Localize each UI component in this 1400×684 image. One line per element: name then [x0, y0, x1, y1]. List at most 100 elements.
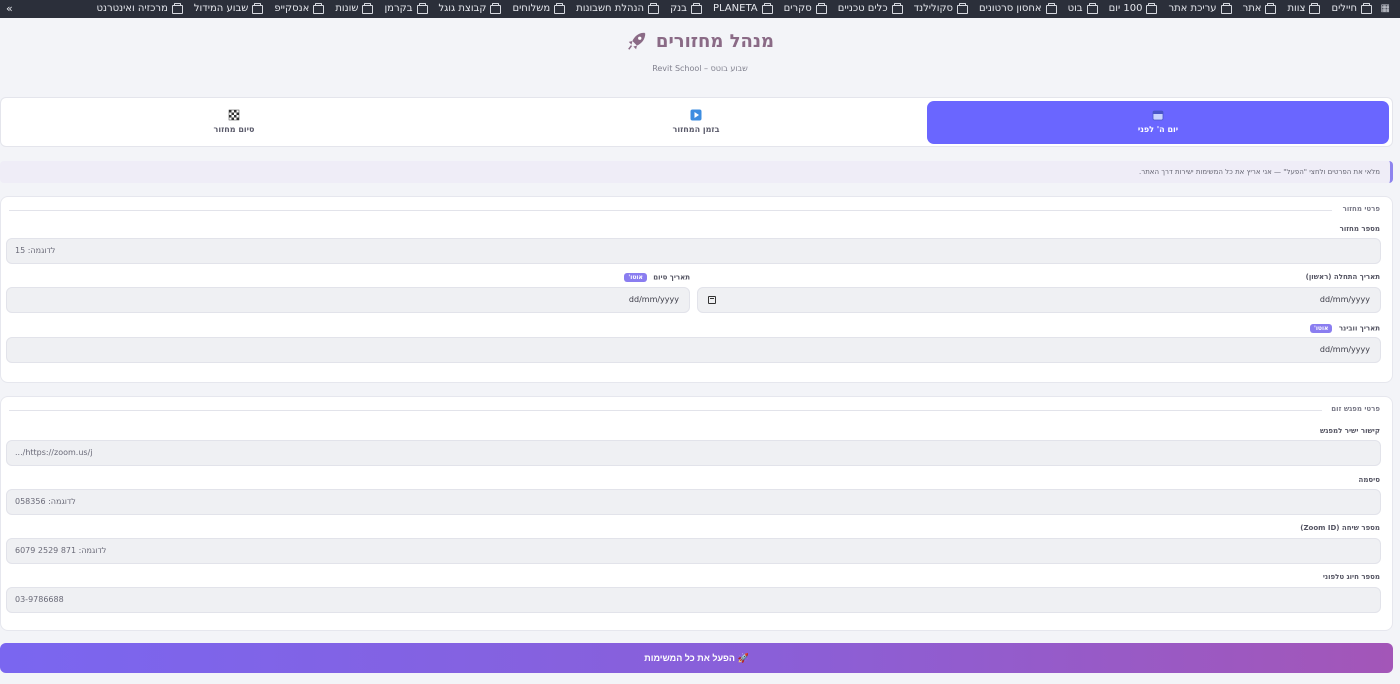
page-title: מנהל מחזורים [655, 30, 775, 52]
folder-icon [490, 2, 502, 14]
apps-grid-icon[interactable]: ▦ [1380, 4, 1390, 14]
auto-badge: אוטו' [1310, 324, 1333, 333]
zoom-link-input[interactable]: https://zoom.us/j/... [6, 440, 1381, 466]
bookmark-label: צוות [1287, 3, 1306, 14]
tab-label: בזמן המחזור [672, 125, 720, 134]
section-divider [9, 410, 1322, 411]
calendar-icon [1152, 110, 1164, 121]
bookmark-folder[interactable]: מרכזיה ואינטרנט [96, 2, 183, 16]
folder-icon [362, 2, 374, 14]
bookmark-label: כלים טכניים [837, 3, 888, 14]
cycle-number-label: מספר מחזור [1339, 225, 1380, 233]
folder-icon [252, 2, 264, 14]
cycle-number-placeholder: לדוגמה: 15 [15, 246, 56, 255]
page-header: מנהל מחזורים Revit School – שבוע בוטס [0, 30, 1400, 73]
bookmark-label: בוט [1067, 3, 1083, 14]
bookmark-folder[interactable]: צוות [1287, 2, 1321, 16]
folder-icon [815, 2, 827, 14]
password-input[interactable]: לדוגמה: 058356 [6, 489, 1381, 515]
section-divider [9, 210, 1332, 211]
bookmark-label: PLANETA [712, 3, 758, 14]
start-date-label: תאריך התחלה (ראשון) [1305, 273, 1380, 281]
bookmark-label: בנק [670, 3, 687, 14]
phone-placeholder: 03-9786688 [15, 595, 64, 604]
phone-input[interactable]: 03-9786688 [6, 587, 1381, 613]
folder-icon [648, 2, 660, 14]
cycle-details-card: פרטי מחזור מספר מחזור לדוגמה: 15 תאריך ה… [0, 196, 1393, 383]
bookmark-folder[interactable]: בנק [670, 2, 702, 16]
folder-icon [1361, 2, 1372, 14]
bookmarks-list: חיילים צוות אתר עריכת אתר 100 יום בוט אחסון סר… [85, 2, 1372, 16]
bookmark-label: חיילים [1331, 3, 1357, 14]
webinar-date-value: dd/mm/yyyy [1319, 345, 1370, 354]
zoom-id-placeholder: לדוגמה: 871 2529 6079 [15, 546, 107, 555]
bookmark-folder[interactable]: חיילים [1331, 2, 1372, 16]
folder-icon [1086, 2, 1098, 14]
password-placeholder: לדוגמה: 058356 [15, 497, 76, 506]
phone-label: מספר חיוג טלפוני [1322, 573, 1380, 581]
bookmark-label: אתר [1242, 3, 1262, 14]
bookmark-folder[interactable]: שבוע המידול [193, 2, 264, 16]
zoom-id-input[interactable]: לדוגמה: 871 2529 6079 [6, 538, 1381, 564]
checkered-flag-icon [228, 109, 240, 121]
bookmarks-bar: ▦ חיילים צוות אתר עריכת אתר 100 יום בוט אחסון … [0, 0, 1400, 18]
bookmark-label: משלוחים [512, 3, 551, 14]
bookmark-label: קבוצת גוגל [438, 3, 487, 14]
cycle-number-input[interactable]: לדוגמה: 15 [6, 238, 1381, 264]
folder-icon [1220, 2, 1232, 14]
password-label: סיסמה [1358, 476, 1380, 484]
section-heading: פרטי מחזור [1336, 205, 1380, 213]
rocket-icon [628, 32, 646, 50]
zoom-link-placeholder: https://zoom.us/j/... [15, 448, 93, 457]
zoom-details-card: פרטי מפגש זום קישור ישיר למפגש https://z… [0, 396, 1393, 631]
bookmark-label: אנסקייפ [274, 3, 310, 14]
webinar-date-input[interactable]: dd/mm/yyyy [6, 337, 1381, 363]
bookmark-folder[interactable]: קבוצת גוגל [439, 2, 502, 16]
bookmark-label: שונות [335, 3, 359, 14]
info-banner: מלאי את הפרטים ולחצי "הפעל" — אני אריץ א… [0, 161, 1393, 183]
tab-end-cycle[interactable]: סיום מחזור [3, 101, 465, 144]
tab-day-before[interactable]: יום ה' לפני [927, 101, 1389, 144]
stage-tabs: יום ה' לפני בזמן המחזור סיום מחזור [0, 97, 1393, 147]
folder-icon [690, 2, 702, 14]
tab-label: יום ה' לפני [1137, 125, 1179, 134]
bookmark-folder[interactable]: בקרמן [384, 2, 428, 16]
page-subtitle: Revit School – שבוע בוטס [652, 64, 748, 73]
bookmark-folder[interactable]: בוט [1068, 2, 1098, 16]
start-date-value: dd/mm/yyyy [1319, 295, 1370, 304]
bookmark-folder[interactable]: משלוחים [512, 2, 566, 16]
folder-icon [554, 2, 566, 14]
launch-all-tasks-button[interactable]: 🚀 הפעל את כל המשימות [0, 643, 1393, 673]
tab-during-cycle[interactable]: בזמן המחזור [465, 101, 927, 144]
bookmark-folder[interactable]: כלים טכניים [838, 2, 903, 16]
folder-icon [1309, 2, 1321, 14]
bookmark-label: 100 יום [1108, 3, 1143, 14]
folder-icon [1265, 2, 1277, 14]
bookmark-label: שבוע המידול [193, 3, 249, 14]
start-date-input[interactable]: dd/mm/yyyy [697, 287, 1381, 313]
bookmark-folder[interactable]: אחסון סרטונים [979, 2, 1057, 16]
play-icon [690, 109, 702, 121]
bookmark-folder[interactable]: הנהלת חשבונות [576, 2, 660, 16]
bookmark-folder[interactable]: 100 יום [1109, 2, 1158, 16]
bookmarks-overflow-icon[interactable]: » [6, 0, 13, 18]
calendar-picker-icon[interactable] [708, 296, 716, 304]
folder-icon [761, 2, 773, 14]
end-date-value: dd/mm/yyyy [628, 295, 679, 304]
bookmark-folder[interactable]: סקולילנד [913, 2, 969, 16]
bookmark-folder[interactable]: PLANETA [713, 2, 773, 16]
folder-icon [1146, 2, 1158, 14]
bookmark-folder[interactable]: עריכת אתר [1168, 2, 1232, 16]
end-date-label: תאריך סיום [653, 273, 690, 282]
bookmark-label: סקולילנד [913, 3, 954, 14]
folder-icon [171, 2, 183, 14]
end-date-label-group: תאריך סיום אוטו' [624, 273, 690, 282]
end-date-input[interactable]: dd/mm/yyyy [6, 287, 690, 313]
bookmark-folder[interactable]: שונות [335, 2, 374, 16]
folder-icon [416, 2, 428, 14]
folder-icon [1045, 2, 1057, 14]
bookmark-folder[interactable]: סקרים [784, 2, 827, 16]
tab-label: סיום מחזור [213, 125, 255, 134]
bookmark-folder[interactable]: אנסקייפ [274, 2, 325, 16]
bookmark-folder[interactable]: אתר [1243, 2, 1277, 16]
